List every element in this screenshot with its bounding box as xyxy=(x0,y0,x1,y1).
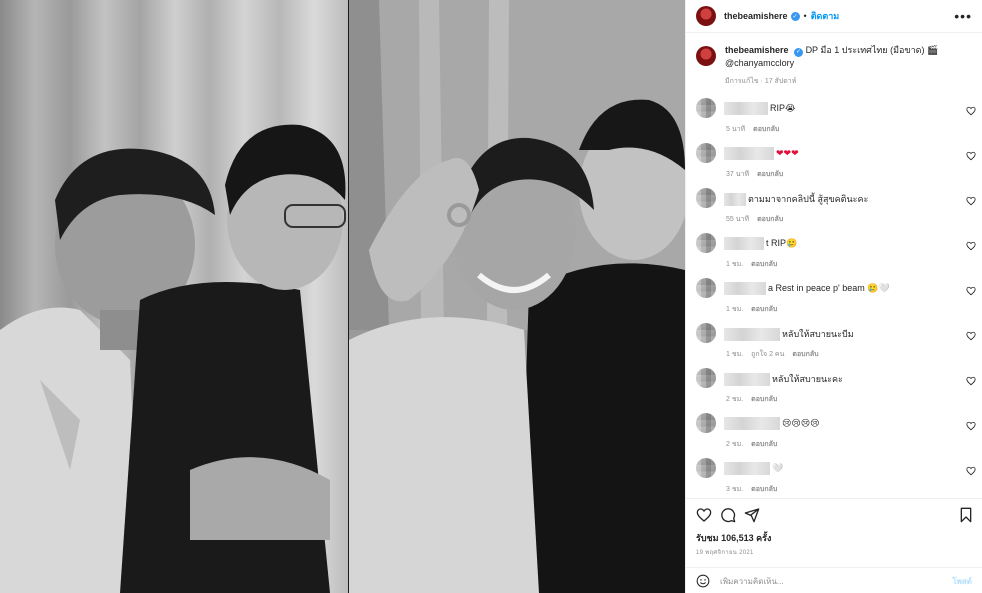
commenter-avatar[interactable] xyxy=(696,98,716,118)
comment-time: 3 ชม. xyxy=(726,486,744,493)
comment-text: ตามมาจากคลิปนี้ สู้สุขคตินะคะ xyxy=(748,194,869,204)
reply-button[interactable]: ตอบกลับ xyxy=(751,306,777,313)
comment-text: หลับให้สบายนะคะ xyxy=(772,374,843,384)
comment-item: หลับให้สบายนะบีม 1 ชม. ถูกใจ 2 คน ตอบกลับ xyxy=(686,321,982,363)
commenter-avatar[interactable] xyxy=(696,458,716,478)
add-comment-bar: โพสต์ xyxy=(686,567,982,593)
comment-text: a Rest in peace p' beam 🥲🤍 xyxy=(768,283,890,293)
comment-item: ตามมาจากคลิปนี้ สู้สุขคตินะคะ 55 นาที ตอบ… xyxy=(686,186,982,228)
redacted-username xyxy=(724,282,766,295)
comment-input[interactable] xyxy=(720,576,953,586)
comment-item: 🤍 3 ชม. ตอบกลับ xyxy=(686,456,982,498)
author-username[interactable]: thebeamishere xyxy=(724,11,788,21)
comment-item: 😢😢😢😢 2 ชม. ตอบกลับ xyxy=(686,411,982,453)
redacted-username xyxy=(724,147,774,160)
share-icon[interactable] xyxy=(744,507,760,523)
comment-time: 5 นาที xyxy=(726,126,746,133)
reply-button[interactable]: ตอบกลับ xyxy=(751,441,777,448)
commenter-avatar[interactable] xyxy=(696,368,716,388)
reply-button[interactable]: ตอบกลับ xyxy=(751,396,777,403)
comment-text: หลับให้สบายนะบีม xyxy=(782,329,854,339)
like-heart-icon[interactable] xyxy=(966,151,976,161)
comment-text: 😢😢😢😢 xyxy=(782,418,820,428)
like-heart-icon[interactable] xyxy=(966,241,976,251)
comment-time: 2 ชม. xyxy=(726,396,744,403)
post-actions: รับชม 106,513 ครั้ง 19 พฤศจิกายน 2021 โพ… xyxy=(686,498,982,593)
like-heart-icon[interactable] xyxy=(966,286,976,296)
comment-item: หลับให้สบายนะคะ 2 ชม. ตอบกลับ xyxy=(686,366,982,408)
caption-avatar[interactable] xyxy=(696,46,716,66)
verified-icon: ✓ xyxy=(794,47,804,57)
follow-button[interactable]: ติดตาม xyxy=(811,9,840,23)
redacted-username xyxy=(724,372,770,386)
redacted-username xyxy=(724,192,746,206)
like-heart-icon[interactable] xyxy=(966,421,976,431)
reply-button[interactable]: ตอบกลับ xyxy=(792,351,818,358)
emoji-icon[interactable] xyxy=(696,574,710,588)
save-bookmark-icon[interactable] xyxy=(958,507,974,523)
commenter-avatar[interactable] xyxy=(696,233,716,253)
post-caption: thebeamishere ✓ DP มือ 1 ประเทศไทย (มือข… xyxy=(696,44,972,88)
like-heart-icon[interactable] xyxy=(966,106,976,116)
reply-button[interactable]: ตอบกลับ xyxy=(757,216,783,223)
caption-meta: มีการแก้ไข · 17 สัปดาห์ xyxy=(725,77,797,85)
comment-likes[interactable]: ถูกใจ 2 คน xyxy=(751,351,784,358)
like-heart-icon[interactable] xyxy=(966,466,976,476)
like-heart-icon[interactable] xyxy=(966,196,976,206)
comment-item: a Rest in peace p' beam 🥲🤍 1 ชม. ตอบกลับ xyxy=(686,276,982,318)
comment-item: RIP😭 5 นาที ตอบกลับ xyxy=(686,96,982,138)
comment-item: t RIP🥲 1 ชม. ตอบกลับ xyxy=(686,231,982,273)
redacted-username xyxy=(724,462,770,475)
comment-text: RIP😭 xyxy=(770,103,796,113)
commenter-avatar[interactable] xyxy=(696,323,716,343)
reply-button[interactable]: ตอบกลับ xyxy=(751,261,777,268)
view-count[interactable]: รับชม 106,513 ครั้ง xyxy=(696,531,771,545)
commenter-avatar[interactable] xyxy=(696,188,716,208)
post-media[interactable] xyxy=(0,0,685,593)
comment-time: 55 นาที xyxy=(726,216,750,223)
comment-time: 1 ชม. xyxy=(726,261,744,268)
post-header: thebeamishere ✓ • ติดตาม ••• xyxy=(686,0,982,33)
video-frame-left xyxy=(0,0,349,593)
comment-time: 1 ชม. xyxy=(726,351,744,358)
like-heart-icon[interactable] xyxy=(966,331,976,341)
like-heart-icon[interactable] xyxy=(966,376,976,386)
comment-text: ❤❤❤ xyxy=(776,148,799,158)
post-sidebar: thebeamishere ✓ • ติดตาม ••• thebeamishe… xyxy=(685,0,982,593)
redacted-username xyxy=(724,237,764,250)
commenter-avatar[interactable] xyxy=(696,413,716,433)
comment-text: 🤍 xyxy=(772,463,784,473)
caption-mention[interactable]: @chanyamcclory xyxy=(725,57,938,69)
commenter-avatar[interactable] xyxy=(696,278,716,298)
reply-button[interactable]: ตอบกลับ xyxy=(757,171,783,178)
reply-button[interactable]: ตอบกลับ xyxy=(751,486,777,493)
caption-text: DP มือ 1 ประเทศไทย (มือขาด) 🎬 xyxy=(805,45,939,55)
verified-icon: ✓ xyxy=(790,11,800,21)
comment-time: 1 ชม. xyxy=(726,306,744,313)
comment-time: 2 ชม. xyxy=(726,441,744,448)
post-date: 19 พฤศจิกายน 2021 xyxy=(696,550,754,556)
comment-time: 37 นาที xyxy=(726,171,750,178)
redacted-username xyxy=(724,327,780,341)
more-options-icon[interactable]: ••• xyxy=(954,8,972,24)
commenter-avatar[interactable] xyxy=(696,143,716,163)
redacted-username xyxy=(724,417,780,430)
comment-icon[interactable] xyxy=(720,507,736,523)
reply-button[interactable]: ตอบกลับ xyxy=(753,126,779,133)
caption-username[interactable]: thebeamishere xyxy=(725,45,789,55)
comment-text: t RIP🥲 xyxy=(766,238,798,248)
author-avatar[interactable] xyxy=(696,6,716,26)
separator-dot: • xyxy=(803,11,807,21)
redacted-username xyxy=(724,102,768,115)
video-frame-right xyxy=(349,0,685,593)
like-icon[interactable] xyxy=(696,507,712,523)
comment-item: ❤❤❤ 37 นาที ตอบกลับ xyxy=(686,141,982,183)
post-comment-button[interactable]: โพสต์ xyxy=(952,575,972,588)
